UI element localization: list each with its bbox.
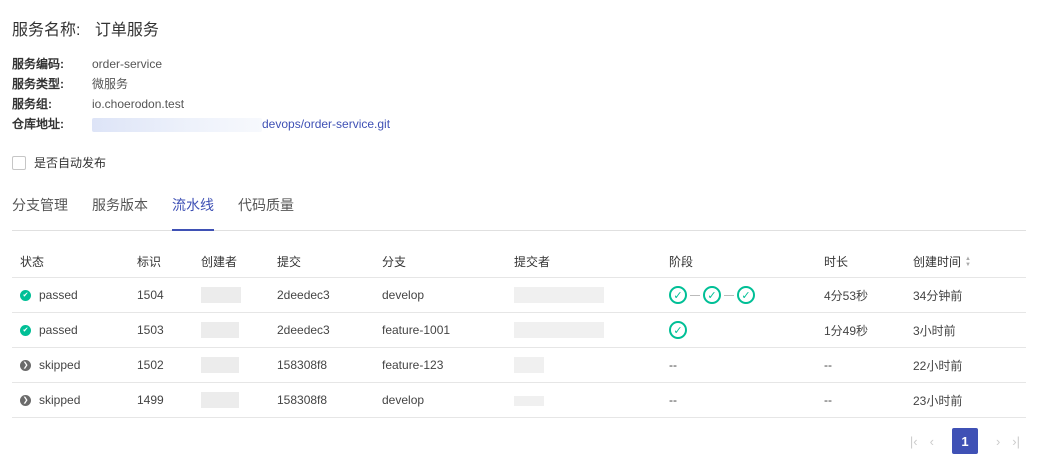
tab-pipeline[interactable]: 流水线 <box>172 196 214 231</box>
commit-sha[interactable]: 158308f8 <box>269 382 374 418</box>
col-created-time[interactable]: 创建时间 ▲ ▼ <box>905 245 1026 278</box>
prev-page-icon[interactable]: ‹ <box>930 434 934 449</box>
tab-code-quality[interactable]: 代码质量 <box>238 196 294 229</box>
col-stage: 阶段 <box>661 245 816 278</box>
page-title: 服务名称: 订单服务 <box>12 16 159 40</box>
pipeline-id[interactable]: 1499 <box>129 382 193 418</box>
creator-avatar <box>201 322 239 338</box>
col-duration: 时长 <box>816 245 905 278</box>
col-created-time-label: 创建时间 <box>913 254 962 269</box>
created-time: 22小时前 <box>905 347 1026 383</box>
duration: -- <box>816 347 905 383</box>
check-circle-icon: ✔ <box>20 324 31 336</box>
service-type-label: 服务类型: <box>12 77 64 91</box>
commit-sha[interactable]: 158308f8 <box>269 347 374 383</box>
auto-release-option[interactable]: 是否自动发布 <box>12 154 106 171</box>
committer-info <box>514 395 544 406</box>
table-row[interactable]: ✔ passed 1504 2deedec3 develop ✓ ✓ ✓ 4分53… <box>12 277 1026 313</box>
stage-list: ✓ ✓ ✓ <box>669 286 816 304</box>
repo-link[interactable]: devops/order-service.git <box>92 114 390 134</box>
status-badge[interactable]: ✔ passed <box>20 323 129 337</box>
creator-avatar <box>201 357 239 373</box>
col-committer: 提交者 <box>506 245 661 278</box>
auto-release-checkbox[interactable] <box>12 155 26 170</box>
duration: 4分53秒 <box>816 277 905 313</box>
stage-passed-icon[interactable]: ✓ <box>737 286 755 304</box>
stage-passed-icon[interactable]: ✓ <box>703 286 721 304</box>
page-button-current[interactable]: 1 <box>951 428 978 454</box>
next-page-icon[interactable]: › <box>996 434 1000 449</box>
first-page-icon[interactable]: |‹ <box>910 434 918 449</box>
pipeline-id[interactable]: 1503 <box>129 312 193 348</box>
status-text: skipped <box>39 393 81 407</box>
table-header: 状态 标识 创建者 提交 分支 提交者 阶段 时长 创建时间 ▲ ▼ <box>12 245 1026 278</box>
col-commit: 提交 <box>269 245 374 278</box>
stage-empty: -- <box>661 347 816 383</box>
col-status: 状态 <box>12 245 129 278</box>
created-time: 23小时前 <box>905 382 1026 418</box>
status-text: skipped <box>39 358 81 372</box>
status-badge[interactable]: ✔ passed <box>20 288 129 302</box>
created-time: 3小时前 <box>905 312 1026 348</box>
pagination: |‹ ‹ 1 › ›| <box>904 428 1026 454</box>
tabs: 分支管理 服务版本 流水线 代码质量 <box>12 196 1026 231</box>
service-group-value: io.choerodon.test <box>92 97 185 111</box>
status-text: passed <box>39 323 78 337</box>
committer-info <box>514 357 544 373</box>
col-id: 标识 <box>129 245 193 278</box>
service-info: 服务编码: order-service 服务类型: 微服务 服务组: io.choer… <box>12 54 390 134</box>
pipeline-id[interactable]: 1504 <box>129 277 193 313</box>
branch-name[interactable]: feature-123 <box>374 347 506 383</box>
sort-icon[interactable]: ▲ ▼ <box>965 256 971 268</box>
skip-circle-icon: ❯ <box>20 359 31 371</box>
status-badge[interactable]: ❯ skipped <box>20 393 129 407</box>
commit-sha[interactable]: 2deedec3 <box>269 312 374 348</box>
service-name-label: 服务名称: <box>12 22 81 39</box>
col-branch: 分支 <box>374 245 506 278</box>
table-row[interactable]: ❯ skipped 1499 158308f8 develop -- -- 23小… <box>12 382 1026 418</box>
stage-connector <box>690 294 700 296</box>
service-code-label: 服务编码: <box>12 57 64 71</box>
created-time: 34分钟前 <box>905 277 1026 313</box>
col-creator: 创建者 <box>193 245 269 278</box>
tab-branch-management[interactable]: 分支管理 <box>12 196 68 229</box>
last-page-icon[interactable]: ›| <box>1012 434 1020 449</box>
creator-avatar <box>201 392 239 408</box>
repo-link-text: devops/order-service.git <box>262 117 391 131</box>
commit-sha[interactable]: 2deedec3 <box>269 277 374 313</box>
redacted-area <box>92 117 262 132</box>
table-row[interactable]: ❯ skipped 1502 158308f8 feature-123 -- --… <box>12 347 1026 383</box>
status-text: passed <box>39 288 78 302</box>
branch-name[interactable]: develop <box>374 277 506 313</box>
stage-connector <box>724 294 734 296</box>
service-type-value: 微服务 <box>92 77 129 91</box>
stage-list: ✓ <box>669 321 816 339</box>
repo-label: 仓库地址: <box>12 117 64 131</box>
committer-info <box>514 287 604 303</box>
stage-passed-icon[interactable]: ✓ <box>669 286 687 304</box>
committer-info <box>514 322 604 338</box>
service-group-label: 服务组: <box>12 97 52 111</box>
duration: -- <box>816 382 905 418</box>
status-badge[interactable]: ❯ skipped <box>20 358 129 372</box>
stage-passed-icon[interactable]: ✓ <box>669 321 687 339</box>
service-name-value: 订单服务 <box>94 22 159 39</box>
branch-name[interactable]: feature-1001 <box>374 312 506 348</box>
table-row[interactable]: ✔ passed 1503 2deedec3 feature-1001 ✓ 1分4… <box>12 312 1026 348</box>
pipeline-table: 状态 标识 创建者 提交 分支 提交者 阶段 时长 创建时间 ▲ ▼ ✔ passed… <box>12 245 1026 418</box>
creator-avatar <box>201 287 241 303</box>
duration: 1分49秒 <box>816 312 905 348</box>
auto-release-label: 是否自动发布 <box>34 156 107 170</box>
skip-circle-icon: ❯ <box>20 394 31 406</box>
tab-service-version[interactable]: 服务版本 <box>92 196 148 229</box>
stage-empty: -- <box>661 382 816 418</box>
service-code-value: order-service <box>92 57 163 71</box>
check-circle-icon: ✔ <box>20 289 31 301</box>
pipeline-id[interactable]: 1502 <box>129 347 193 383</box>
branch-name[interactable]: develop <box>374 382 506 418</box>
